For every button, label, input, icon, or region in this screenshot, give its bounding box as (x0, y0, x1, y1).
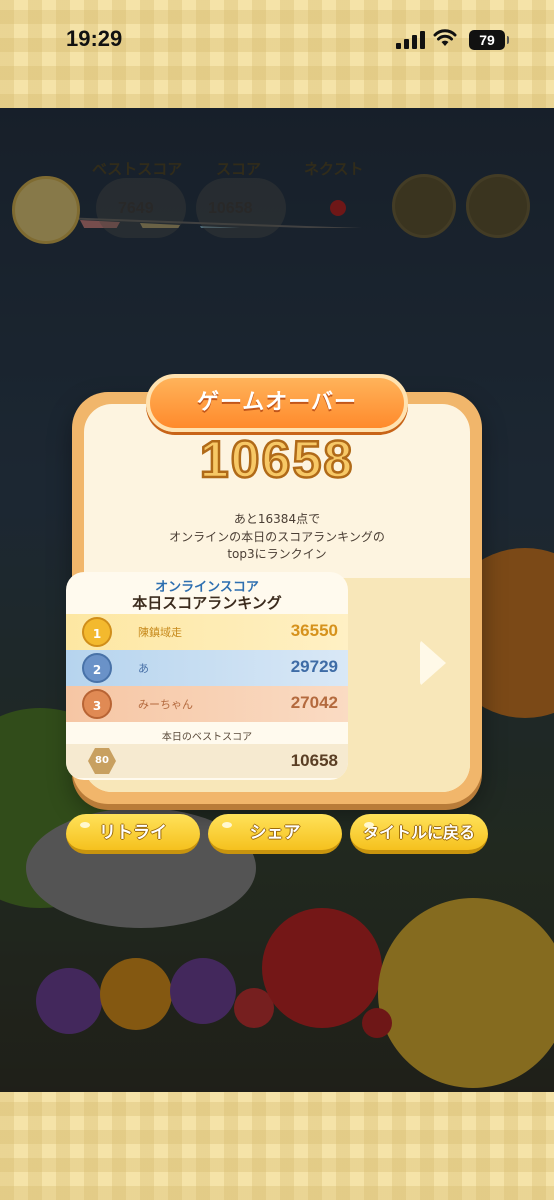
rank-note-line2: オンラインの本日のスコアランキングの (169, 530, 385, 544)
ranking-score: 27042 (290, 693, 338, 712)
rank-badge-icon: 80 (88, 748, 116, 774)
rank-note-line3: top3にランクイン (227, 547, 327, 561)
rank-note-line1: あと16384点で (233, 512, 321, 526)
today-best-label: 本日のベストスコア (161, 732, 253, 743)
ranking-name: あ (138, 662, 149, 675)
ranking-row: 3 みーちゃん 27042 (66, 686, 348, 722)
final-score: 10658 (198, 430, 355, 491)
ranking-name: 陳鎮域走 (138, 626, 182, 639)
game-over-banner: ゲームオーバー (146, 374, 408, 432)
return-to-title-button[interactable]: タイトルに戻る (350, 814, 488, 854)
status-bar: 19:29 79 (0, 0, 554, 80)
ranking-row: 2 あ 29729 (66, 650, 348, 686)
gold-medal-icon: 1 (82, 617, 112, 647)
ranking-score: 36550 (290, 621, 338, 640)
today-best-score: 10658 (290, 751, 338, 770)
ranking-name: みーちゃん (138, 698, 193, 711)
game-over-title: ゲームオーバー (196, 390, 358, 415)
ranking-subheading: 本日スコアランキング (132, 594, 282, 612)
battery-icon: 79 (469, 30, 509, 50)
status-time: 19:29 (66, 26, 123, 51)
bronze-medal-icon: 3 (82, 689, 112, 719)
ranking-card: オンラインスコア 本日スコアランキング 1 陳鎮域走 36550 2 あ 297… (66, 572, 348, 780)
silver-medal-icon: 2 (82, 653, 112, 683)
wifi-icon (433, 29, 457, 46)
ranking-score: 29729 (290, 657, 338, 676)
today-best-row: 80 10658 (66, 744, 348, 778)
retry-button[interactable]: リトライ (66, 814, 200, 854)
ranking-row: 1 陳鎮域走 36550 (66, 614, 348, 650)
share-button[interactable]: シェア (208, 814, 342, 854)
bottom-pattern-band (0, 1092, 554, 1200)
signal-icon (396, 31, 426, 49)
